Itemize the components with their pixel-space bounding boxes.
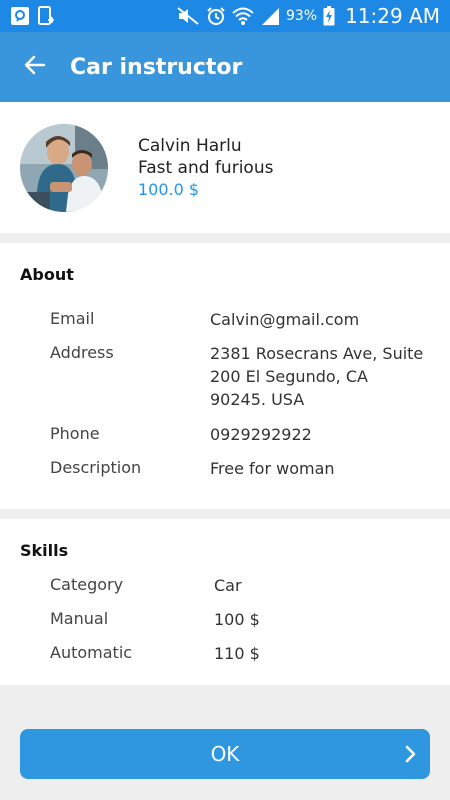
manual-label: Manual [50, 609, 109, 628]
manual-value: 100 $ [214, 610, 260, 629]
address-line: 2381 Rosecrans Ave, Suite [210, 344, 424, 363]
profile-header: Calvin Harlu Fast and furious 100.0 $ [0, 102, 450, 233]
address-label: Address [50, 343, 114, 362]
instructor-tagline: Fast and furious [138, 158, 274, 178]
description-label: Description [50, 458, 142, 477]
category-label: Category [50, 575, 124, 594]
ok-button-label: OK [210, 742, 240, 766]
skills-title: Skills [20, 541, 69, 560]
address-value: 2381 Rosecrans Ave, Suite 200 El Segundo… [210, 342, 423, 411]
signal-icon [260, 6, 280, 26]
phone-download-icon [38, 6, 54, 26]
ok-button[interactable]: OK [20, 729, 430, 779]
battery-percent: 93% [285, 8, 318, 24]
instructor-price: 100.0 $ [138, 180, 200, 199]
instructor-name: Calvin Harlu [138, 136, 242, 156]
description-value: Free for woman [210, 459, 335, 478]
page-title: Car instructor [70, 54, 243, 80]
avatar [20, 123, 108, 212]
battery-charging-icon [323, 6, 335, 26]
about-title: About [20, 265, 74, 284]
app-bar: Car instructor [0, 32, 450, 102]
phone-value: 0929292922 [210, 425, 312, 444]
about-section: About Email Calvin@gmail.com Address 238… [0, 243, 450, 509]
address-line: 90245. USA [210, 390, 305, 409]
mute-icon [176, 6, 200, 26]
wifi-icon [232, 6, 254, 26]
alarm-icon [206, 6, 226, 26]
chevron-right-icon [404, 743, 418, 769]
email-value: Calvin@gmail.com [210, 310, 360, 329]
skills-section: Skills Category Car Manual 100 $ Automat… [0, 519, 450, 685]
app-notification-icon [10, 6, 30, 26]
automatic-label: Automatic [50, 643, 133, 662]
profile-info: Calvin Harlu Fast and furious 100.0 $ [138, 136, 273, 199]
address-line: 200 El Segundo, CA [210, 367, 368, 386]
arrow-back-icon [23, 53, 47, 81]
phone-label: Phone [50, 424, 100, 443]
back-button[interactable] [0, 32, 70, 102]
status-bar: 93% 11:29 AM [0, 0, 450, 32]
clock: 11:29 AM [345, 4, 440, 28]
email-label: Email [50, 309, 95, 328]
category-value: Car [214, 576, 242, 595]
automatic-value: 110 $ [214, 644, 260, 663]
